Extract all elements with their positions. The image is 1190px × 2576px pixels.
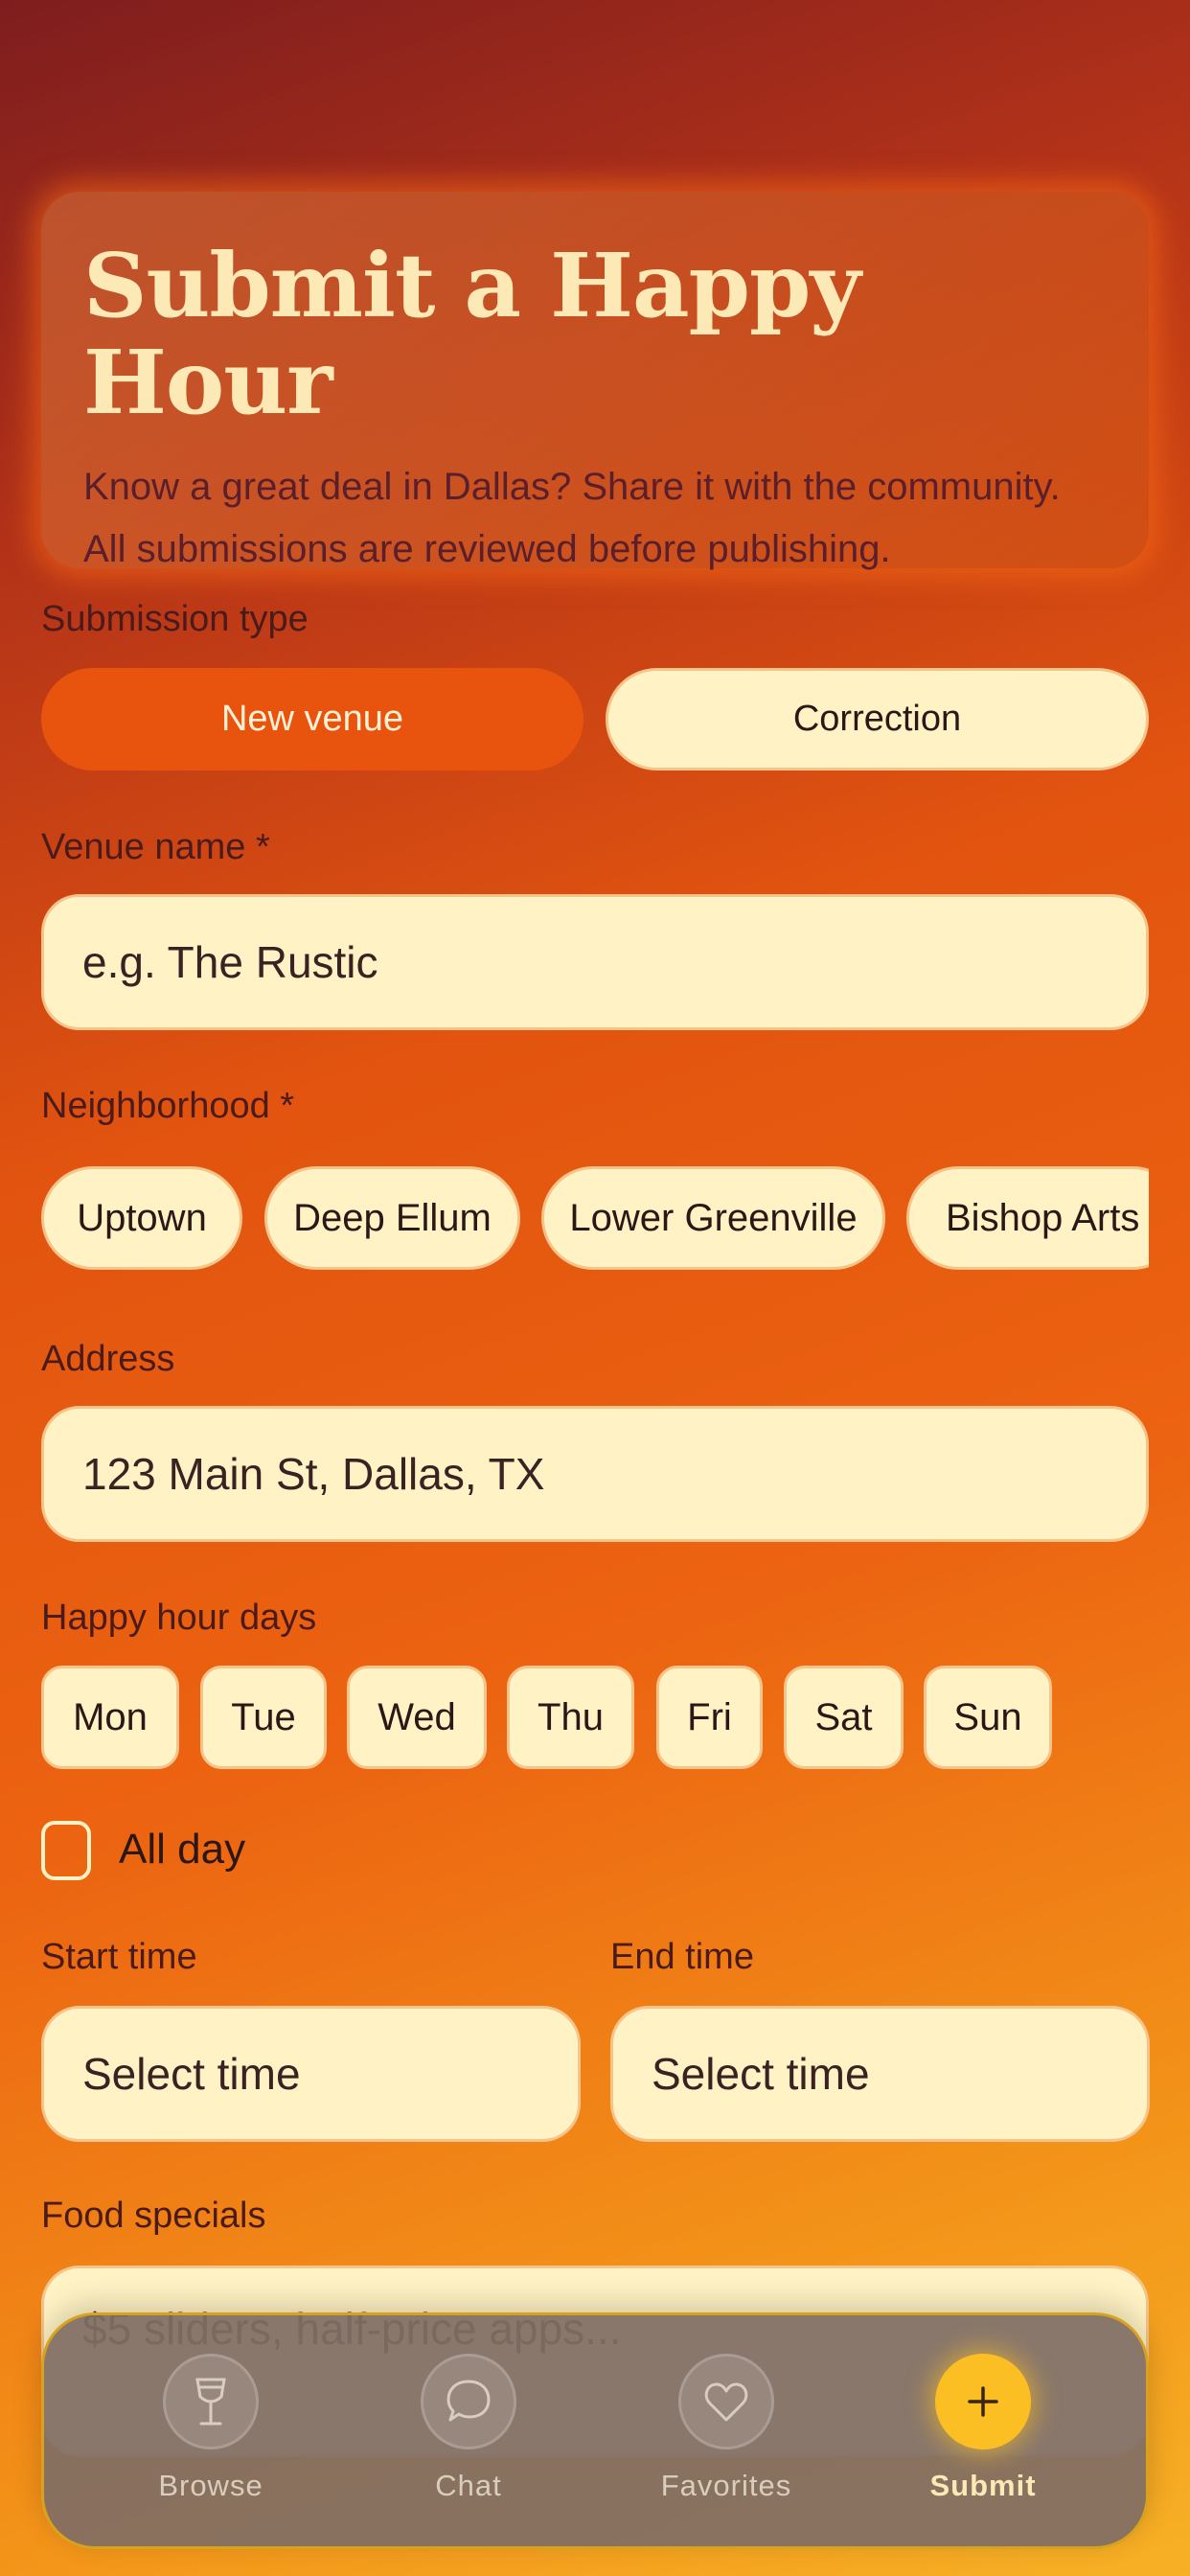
- neighborhood-chip-row[interactable]: Uptown Deep Ellum Lower Greenville Bisho…: [41, 1166, 1149, 1272]
- correction-toggle[interactable]: Correction: [606, 668, 1149, 770]
- nav-submit[interactable]: Submit: [887, 2354, 1079, 2503]
- venue-name-label: Venue name *: [41, 827, 270, 867]
- venue-name-input[interactable]: e.g. The Rustic: [41, 894, 1149, 1030]
- neighborhood-label: Neighborhood *: [41, 1086, 295, 1126]
- nav-browse[interactable]: Browse: [115, 2354, 307, 2503]
- new-venue-toggle[interactable]: New venue: [41, 668, 584, 770]
- end-time-input[interactable]: Select time: [610, 2006, 1150, 2142]
- day-sat[interactable]: Sat: [784, 1666, 904, 1769]
- nav-submit-label: Submit: [929, 2469, 1037, 2502]
- submission-type-label: Submission type: [41, 599, 309, 639]
- address-placeholder: 123 Main St, Dallas, TX: [82, 1449, 545, 1499]
- nav-favorites-label: Favorites: [660, 2469, 792, 2502]
- food-specials-label: Food specials: [41, 2196, 266, 2236]
- day-mon[interactable]: Mon: [41, 1666, 179, 1769]
- page-title: Submit a Happy Hour: [83, 234, 861, 435]
- bottom-nav: Browse Chat Favorites Submit: [41, 2312, 1149, 2549]
- day-thu[interactable]: Thu: [507, 1666, 634, 1769]
- day-sun[interactable]: Sun: [924, 1666, 1052, 1769]
- end-time-label: End time: [610, 1937, 754, 1977]
- page-subtitle: Know a great deal in Dallas? Share it wi…: [83, 456, 1107, 581]
- day-fri[interactable]: Fri: [656, 1666, 763, 1769]
- chip-bishop-arts[interactable]: Bishop Arts: [906, 1166, 1149, 1270]
- end-time-placeholder: Select time: [652, 2049, 870, 2099]
- address-input[interactable]: 123 Main St, Dallas, TX: [41, 1406, 1149, 1542]
- address-label: Address: [41, 1339, 175, 1379]
- day-wed[interactable]: Wed: [347, 1666, 487, 1769]
- start-time-input[interactable]: Select time: [41, 2006, 581, 2142]
- start-time-label: Start time: [41, 1937, 197, 1977]
- day-tue[interactable]: Tue: [200, 1666, 327, 1769]
- nav-favorites[interactable]: Favorites: [630, 2354, 822, 2503]
- nav-browse-label: Browse: [158, 2469, 263, 2502]
- heart-icon: [678, 2354, 774, 2450]
- days-label: Happy hour days: [41, 1598, 317, 1638]
- header-card: Submit a Happy Hour Know a great deal in…: [41, 192, 1149, 570]
- start-time-placeholder: Select time: [82, 2049, 301, 2099]
- chip-deep-ellum[interactable]: Deep Ellum: [264, 1166, 520, 1270]
- subtitle-line-1: Know a great deal in Dallas? Share it wi…: [83, 466, 1061, 509]
- subtitle-line-2: All submissions are reviewed before publ…: [83, 528, 891, 571]
- all-day-checkbox[interactable]: [41, 1821, 91, 1880]
- plus-icon: [935, 2354, 1031, 2450]
- venue-name-placeholder: e.g. The Rustic: [82, 937, 378, 987]
- chip-uptown[interactable]: Uptown: [41, 1166, 242, 1270]
- nav-chat-label: Chat: [435, 2469, 502, 2502]
- nav-chat[interactable]: Chat: [373, 2354, 564, 2503]
- chip-lower-greenville[interactable]: Lower Greenville: [541, 1166, 885, 1270]
- chat-bubble-icon: [421, 2354, 516, 2450]
- all-day-label[interactable]: All day: [119, 1826, 245, 1874]
- wine-glass-icon: [163, 2354, 259, 2450]
